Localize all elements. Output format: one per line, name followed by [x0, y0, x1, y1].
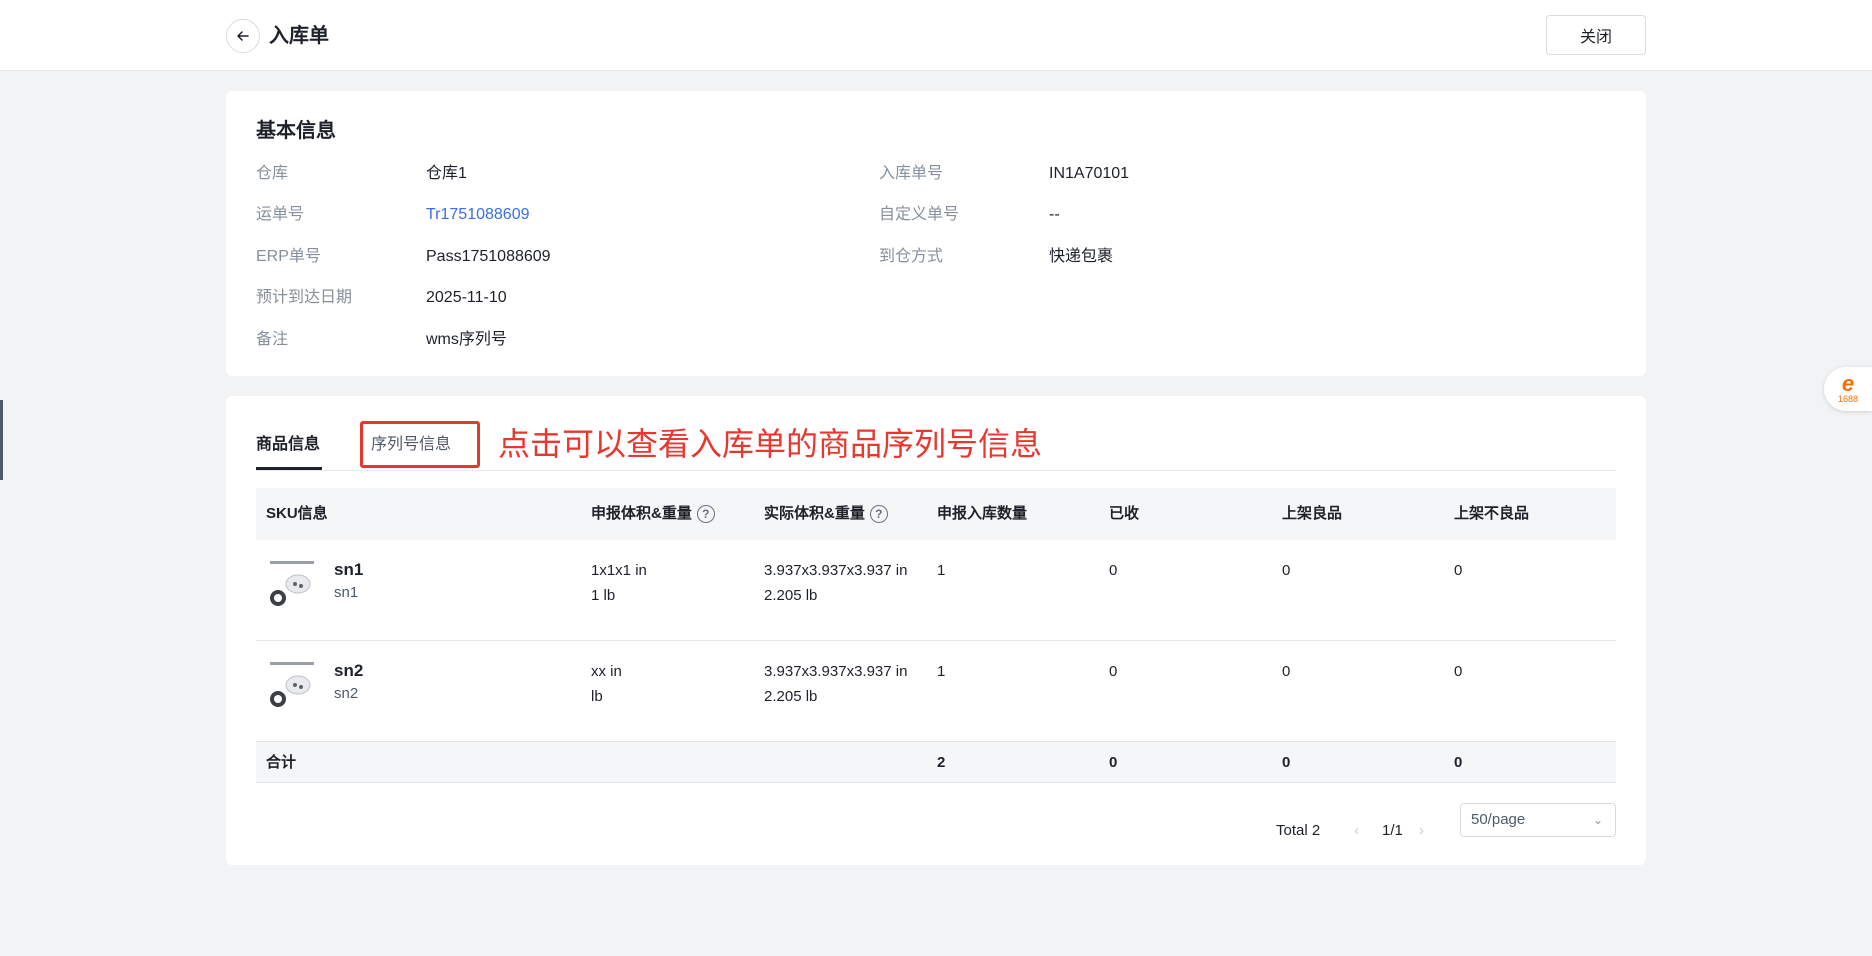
th-actual-label: 实际体积&重量: [764, 505, 865, 522]
erp-label: ERP单号: [256, 248, 321, 265]
close-button[interactable]: 关闭: [1546, 15, 1646, 55]
actual-size: 3.937x3.937x3.937 in: [764, 562, 908, 579]
custom-no-value: --: [1049, 206, 1060, 223]
declared-qty-cell: 1: [937, 663, 946, 680]
tabs-divider: [256, 470, 1616, 471]
inbound-no-label: 入库单号: [879, 165, 944, 182]
1688-logo-icon: e: [1841, 371, 1855, 396]
declared-size: 1x1x1 in: [591, 562, 647, 579]
eta-value: 2025-11-10: [426, 289, 507, 306]
table-row: sn1 sn1 1x1x1 in 1 lb 3.937x3.937x3.937 …: [256, 540, 1616, 641]
total-declared-qty: 2: [937, 754, 946, 771]
received-cell: 0: [1109, 663, 1118, 680]
remark-value: wms序列号: [426, 331, 507, 348]
tracking-label: 运单号: [256, 206, 305, 223]
total-received: 0: [1109, 754, 1118, 771]
total-label: 合计: [266, 754, 297, 771]
th-declared-qty: 申报入库数量: [937, 503, 1027, 525]
table-header: SKU信息 申报体积&重量 ? 实际体积&重量 ? 申报入库数量 已收 上架良品…: [256, 488, 1616, 540]
declared-cell: xx in lb: [591, 659, 622, 709]
th-defective: 上架不良品: [1454, 503, 1529, 525]
basic-info-title: 基本信息: [256, 120, 336, 142]
pagination-next-button[interactable]: ›: [1419, 820, 1424, 842]
inbound-no-value: IN1A70101: [1049, 165, 1130, 182]
th-declared-qty-label: 申报入库数量: [937, 505, 1028, 522]
th-declared-label: 申报体积&重量: [591, 505, 692, 522]
chevron-down-icon: ⌄: [1592, 813, 1603, 827]
th-defective-label: 上架不良品: [1454, 505, 1530, 522]
actual-cell: 3.937x3.937x3.937 in 2.205 lb: [764, 558, 907, 608]
th-good-label: 上架良品: [1282, 505, 1343, 522]
declared-size: xx in: [591, 663, 622, 680]
sku-name: sn2: [334, 685, 359, 702]
th-good: 上架良品: [1282, 503, 1342, 525]
warehouse-value: 仓库1: [426, 165, 467, 182]
total-good: 0: [1282, 754, 1291, 771]
arrow-left-icon: [237, 31, 249, 41]
pagination-total: Total 2: [1276, 822, 1321, 839]
erp-value: Pass1751088609: [426, 248, 551, 265]
sku-code: sn1: [334, 560, 364, 579]
remark-label: 备注: [256, 331, 289, 348]
th-actual: 实际体积&重量 ?: [764, 503, 888, 525]
sku-name: sn1: [334, 584, 359, 601]
1688-label: 1688: [1837, 394, 1859, 404]
highlight-box: [360, 421, 480, 468]
page-size-select[interactable]: 50/page ⌄: [1460, 803, 1616, 837]
1688-widget-button[interactable]: e 1688: [1824, 367, 1872, 411]
table-row: sn2 sn2 xx in lb 3.937x3.937x3.937 in 2.…: [256, 641, 1616, 742]
actual-weight: 2.205 lb: [764, 688, 818, 705]
basic-info-card: 基本信息 仓库 仓库1 运单号 Tr1751088609 ERP单号 Pass1…: [226, 91, 1646, 376]
actual-weight: 2.205 lb: [764, 587, 818, 604]
defective-cell: 0: [1454, 562, 1463, 579]
tracking-link[interactable]: Tr1751088609: [426, 204, 530, 226]
goods-table: SKU信息 申报体积&重量 ? 实际体积&重量 ? 申报入库数量 已收 上架良品…: [256, 488, 1616, 783]
th-sku-label: SKU信息: [266, 505, 328, 522]
arrival-method-label: 到仓方式: [879, 248, 944, 265]
defective-cell: 0: [1454, 663, 1463, 680]
received-cell: 0: [1109, 562, 1118, 579]
th-declared: 申报体积&重量 ?: [591, 503, 715, 525]
good-cell: 0: [1282, 562, 1291, 579]
declared-qty-cell: 1: [937, 562, 946, 579]
arrival-method-value: 快递包裹: [1049, 248, 1114, 265]
actual-size: 3.937x3.937x3.937 in: [764, 663, 908, 680]
th-received-label: 已收: [1109, 505, 1140, 522]
declared-weight: 1 lb: [591, 587, 616, 604]
good-cell: 0: [1282, 663, 1291, 680]
th-sku: SKU信息: [266, 503, 328, 525]
total-defective: 0: [1454, 754, 1463, 771]
goods-card: 商品信息 序列号信息 点击可以查看入库单的商品序列号信息 SKU信息 申报体积&…: [226, 396, 1646, 865]
actual-cell: 3.937x3.937x3.937 in 2.205 lb: [764, 659, 907, 709]
question-circle-icon[interactable]: ?: [869, 505, 888, 523]
product-thumbnail: [266, 558, 318, 610]
left-edge-handle: [0, 400, 3, 480]
product-thumbnail: [266, 659, 318, 711]
pagination-page: 1/1: [1382, 822, 1403, 839]
page-size-value: 50/page: [1471, 811, 1526, 828]
custom-no-label: 自定义单号: [879, 206, 960, 223]
top-bar: 入库单 关闭: [0, 0, 1872, 71]
th-received: 已收: [1109, 503, 1139, 525]
question-circle-icon[interactable]: ?: [696, 505, 715, 523]
tab-goods-info[interactable]: 商品信息: [256, 434, 320, 456]
page-title: 入库单: [269, 25, 329, 47]
sku-code: sn2: [334, 661, 364, 680]
declared-cell: 1x1x1 in 1 lb: [591, 558, 647, 608]
declared-weight: lb: [591, 688, 603, 705]
pagination-prev-button[interactable]: ‹: [1354, 820, 1359, 842]
eta-label: 预计到达日期: [256, 289, 353, 306]
tab-active-indicator: [256, 467, 322, 470]
warehouse-label: 仓库: [256, 165, 289, 182]
table-footer: 合计 2 0 0 0: [256, 742, 1616, 783]
annotation-text: 点击可以查看入库单的商品序列号信息: [498, 425, 1043, 463]
back-button[interactable]: [226, 19, 260, 53]
